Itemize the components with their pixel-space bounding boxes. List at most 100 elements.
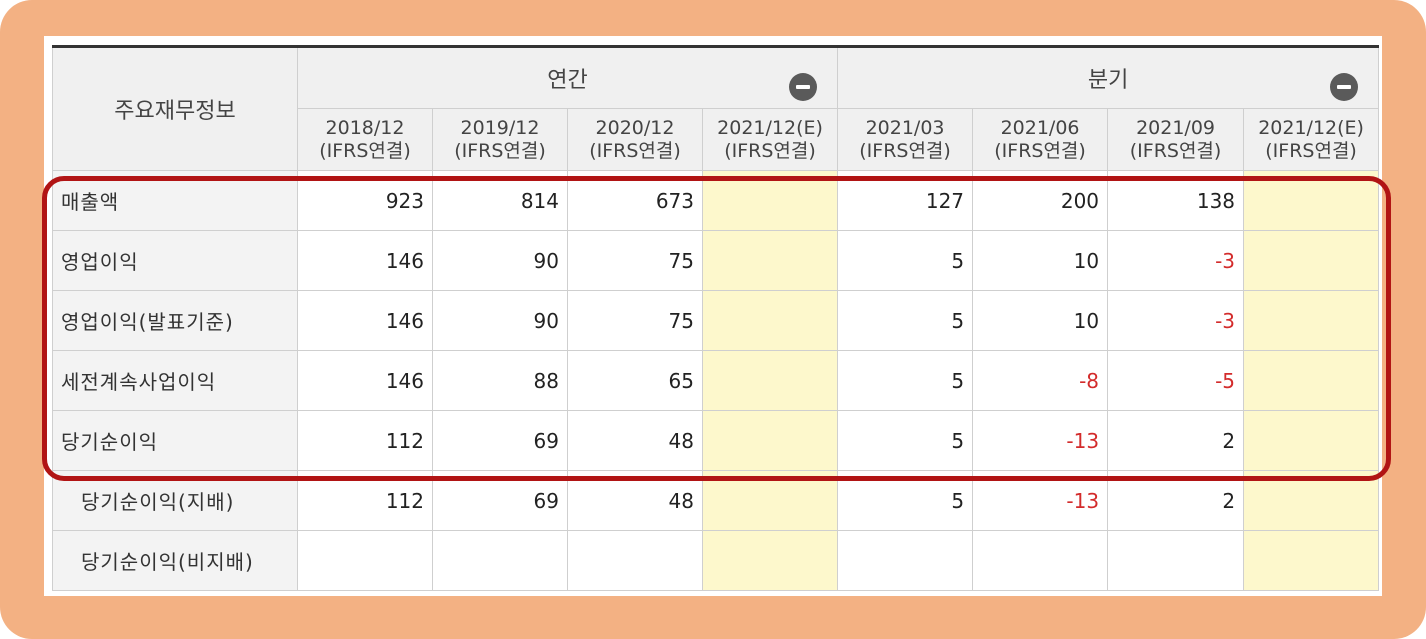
- period-header: 2021/06 (IFRS연결): [972, 108, 1109, 171]
- value-cell: 75: [567, 290, 703, 351]
- value-cell: [1243, 470, 1380, 531]
- period-basis: (IFRS연결): [454, 139, 546, 162]
- value-cell: 90: [432, 290, 568, 351]
- value-cell: 48: [567, 470, 703, 531]
- group-header-annual: 연간: [296, 46, 839, 109]
- table-row: 영업이익(발표기준) 146 90 75 5 10 -3: [52, 290, 1380, 351]
- value-cell: 146: [297, 290, 433, 351]
- period-date: 2021/09: [1136, 116, 1216, 139]
- value-cell: [1243, 290, 1380, 351]
- value-cell: 138: [1107, 170, 1245, 231]
- table-row: 당기순이익 112 69 48 5 -13 2: [52, 410, 1380, 471]
- value-cell: [1243, 350, 1380, 411]
- value-cell: [1243, 410, 1380, 471]
- value-cell: 48: [567, 410, 703, 471]
- value-cell: 75: [567, 230, 703, 291]
- value-cell: [701, 470, 839, 531]
- value-cell: [701, 530, 839, 591]
- value-cell: 5: [837, 230, 974, 291]
- period-date: 2021/12(E): [717, 116, 823, 139]
- period-basis: (IFRS연결): [724, 139, 816, 162]
- period-date: 2018/12: [325, 116, 405, 139]
- group-header-label: 연간: [547, 68, 588, 93]
- minus-circle-icon[interactable]: [789, 73, 818, 101]
- value-cell: -3: [1107, 230, 1245, 291]
- value-cell: [837, 530, 974, 591]
- value-cell: 2: [1107, 410, 1245, 471]
- value-cell: 5: [837, 290, 974, 351]
- value-cell: 112: [297, 410, 433, 471]
- value-cell: -8: [972, 350, 1109, 411]
- period-basis: (IFRS연결): [859, 139, 951, 162]
- value-cell: -3: [1107, 290, 1245, 351]
- value-cell: 814: [432, 170, 568, 231]
- table-row: 영업이익 146 90 75 5 10 -3: [52, 230, 1380, 291]
- value-cell: [701, 410, 839, 471]
- financial-summary-table: 주요재무정보 연간 분기 2018/12 (IFRS연결) 2019/12 (IFRS…: [52, 45, 1380, 591]
- value-cell: -13: [972, 410, 1109, 471]
- value-cell: -13: [972, 470, 1109, 531]
- value-cell: [567, 530, 703, 591]
- table-row: 당기순이익(지배) 112 69 48 5 -13 2: [52, 470, 1380, 531]
- value-cell: [701, 230, 839, 291]
- period-date: 2021/06: [1000, 116, 1080, 139]
- value-cell: 65: [567, 350, 703, 411]
- row-label: 영업이익: [52, 230, 298, 291]
- group-header-quarterly: 분기: [837, 46, 1380, 109]
- value-cell: 10: [972, 290, 1109, 351]
- table-corner-label: 주요재무정보: [52, 46, 298, 171]
- row-label: 매출액: [52, 170, 298, 231]
- value-cell: [1243, 230, 1380, 291]
- period-basis: (IFRS연결): [319, 139, 411, 162]
- row-label: 세전계속사업이익: [52, 350, 298, 411]
- period-header: 2018/12 (IFRS연결): [297, 108, 433, 171]
- row-label: 당기순이익(지배): [52, 470, 298, 531]
- group-header-label: 분기: [1087, 68, 1129, 93]
- period-header: 2021/03 (IFRS연결): [837, 108, 974, 171]
- value-cell: [297, 530, 433, 591]
- value-cell: 69: [432, 470, 568, 531]
- value-cell: [701, 170, 839, 231]
- period-basis: (IFRS연결): [994, 139, 1086, 162]
- period-header: 2021/12(E) (IFRS연결): [701, 108, 839, 171]
- row-label: 영업이익(발표기준): [52, 290, 298, 351]
- period-date: 2020/12: [595, 116, 675, 139]
- value-cell: 200: [972, 170, 1109, 231]
- row-label: 당기순이익: [52, 410, 298, 471]
- value-cell: 5: [837, 470, 974, 531]
- value-cell: -5: [1107, 350, 1245, 411]
- value-cell: [1107, 530, 1245, 591]
- period-header: 2020/12 (IFRS연결): [567, 108, 703, 171]
- value-cell: [1243, 170, 1380, 231]
- value-cell: [972, 530, 1109, 591]
- period-date: 2021/03: [865, 116, 945, 139]
- value-cell: 673: [567, 170, 703, 231]
- value-cell: 112: [297, 470, 433, 531]
- value-cell: 5: [837, 350, 974, 411]
- table-row: 세전계속사업이익 146 88 65 5 -8 -5: [52, 350, 1380, 411]
- financial-info-panel: 주요재무정보 연간 분기 2018/12 (IFRS연결) 2019/12 (IFRS…: [44, 36, 1382, 596]
- period-basis: (IFRS연결): [589, 139, 681, 162]
- value-cell: 146: [297, 350, 433, 411]
- minus-circle-icon[interactable]: [1330, 73, 1359, 101]
- value-cell: 88: [432, 350, 568, 411]
- period-header: 2019/12 (IFRS연결): [432, 108, 568, 171]
- value-cell: 127: [837, 170, 974, 231]
- value-cell: [701, 350, 839, 411]
- value-cell: [701, 290, 839, 351]
- period-date: 2021/12(E): [1258, 116, 1364, 139]
- period-basis: (IFRS연결): [1265, 139, 1357, 162]
- value-cell: [1243, 530, 1380, 591]
- value-cell: 69: [432, 410, 568, 471]
- table-row: 당기순이익(비지배): [52, 530, 1380, 591]
- value-cell: 2: [1107, 470, 1245, 531]
- value-cell: 923: [297, 170, 433, 231]
- row-label: 당기순이익(비지배): [52, 530, 298, 591]
- period-basis: (IFRS연결): [1129, 139, 1222, 162]
- table-row: 매출액 923 814 673 127 200 138: [52, 170, 1380, 231]
- period-header: 2021/09 (IFRS연결): [1107, 108, 1245, 171]
- value-cell: 5: [837, 410, 974, 471]
- period-date: 2019/12: [460, 116, 540, 139]
- period-header: 2021/12(E) (IFRS연결): [1243, 108, 1380, 171]
- value-cell: 146: [297, 230, 433, 291]
